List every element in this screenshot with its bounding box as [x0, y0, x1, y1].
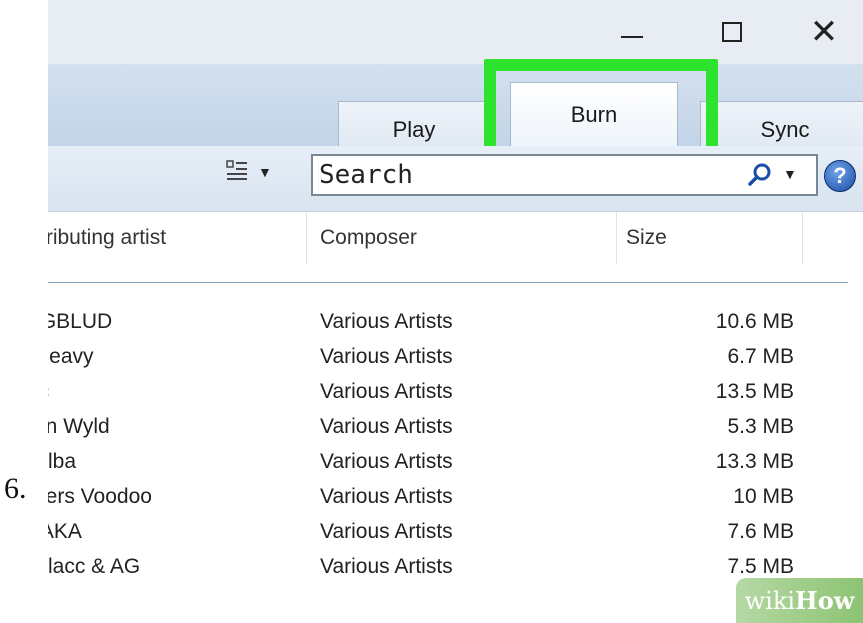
close-button[interactable]: ✕	[800, 8, 848, 56]
track-list: IGBLUD Various Artists 10.6 MB Heavy Var…	[48, 306, 863, 586]
composer-cell: Various Artists	[320, 485, 453, 508]
table-row[interactable]: IGBLUD Various Artists 10.6 MB	[48, 306, 863, 341]
table-row[interactable]: on Wyld Various Artists 5.3 MB	[48, 411, 863, 446]
column-divider[interactable]	[802, 212, 803, 264]
view-options-dropdown-icon[interactable]: ▼	[258, 164, 272, 180]
composer-cell: Various Artists	[320, 450, 453, 473]
composer-cell: Various Artists	[320, 555, 453, 578]
artist-cell: ic	[48, 380, 49, 404]
size-cell: 13.5 MB	[715, 380, 794, 403]
search-input[interactable]	[313, 156, 713, 194]
step-number: 6.	[4, 472, 27, 505]
tab-strip: Play Burn Sync	[48, 64, 863, 157]
search-dropdown-icon[interactable]: ▼	[783, 166, 797, 182]
table-row[interactable]: IAKA Various Artists 7.6 MB	[48, 516, 863, 551]
maximize-button[interactable]	[708, 8, 756, 56]
table-row[interactable]: ic Various Artists 13.5 MB	[48, 376, 863, 411]
view-options-icon[interactable]	[226, 160, 248, 182]
title-bar: ✕	[48, 0, 863, 64]
size-cell: 5.3 MB	[727, 415, 794, 438]
artist-cell: hers Voodoo	[48, 485, 152, 508]
size-cell: 7.5 MB	[727, 555, 794, 578]
minimize-icon	[621, 36, 643, 38]
watermark-wiki: wiki	[744, 586, 796, 615]
column-divider[interactable]	[616, 212, 617, 264]
search-icon[interactable]	[747, 162, 773, 188]
table-row[interactable]: Heavy Various Artists 6.7 MB	[48, 341, 863, 376]
table-row[interactable]: hers Voodoo Various Artists 10 MB	[48, 481, 863, 516]
media-player-window: ✕ Play Burn Sync ▼ ▼ ? tributing artist	[48, 0, 863, 623]
size-cell: 13.3 MB	[715, 450, 794, 473]
help-icon[interactable]: ?	[824, 160, 856, 192]
composer-cell: Various Artists	[320, 345, 453, 368]
composer-cell: Various Artists	[320, 380, 453, 403]
composer-cell: Various Artists	[320, 415, 453, 438]
column-contributing-artist[interactable]: tributing artist	[48, 226, 166, 250]
artist-cell: Blacc & AG	[48, 555, 141, 578]
artist-cell: IGBLUD	[48, 310, 113, 333]
watermark-how: How	[795, 586, 855, 615]
composer-cell: Various Artists	[320, 520, 453, 543]
column-composer[interactable]: Composer	[320, 226, 417, 250]
artist-cell: IAKA	[48, 520, 82, 543]
minimize-button[interactable]	[608, 8, 656, 56]
maximize-icon	[722, 22, 742, 42]
group-divider	[48, 282, 848, 283]
search-box[interactable]: ▼	[311, 154, 818, 196]
composer-cell: Various Artists	[320, 310, 453, 333]
column-headers: tributing artist Composer Size	[48, 212, 863, 264]
close-icon: ✕	[809, 13, 839, 51]
tab-burn[interactable]: Burn	[510, 82, 678, 146]
column-size[interactable]: Size	[626, 226, 667, 250]
wikihow-watermark: wiki How	[736, 578, 863, 623]
column-divider[interactable]	[306, 212, 307, 264]
toolbar: ▼ ▼ ?	[48, 146, 863, 212]
artist-cell: Heavy	[48, 345, 94, 368]
table-row[interactable]: Elba Various Artists 13.3 MB	[48, 446, 863, 481]
size-cell: 6.7 MB	[727, 345, 794, 368]
artist-cell: Elba	[48, 450, 77, 473]
size-cell: 7.6 MB	[727, 520, 794, 543]
artist-cell: on Wyld	[48, 415, 110, 438]
size-cell: 10.6 MB	[715, 310, 794, 333]
size-cell: 10 MB	[733, 485, 794, 508]
